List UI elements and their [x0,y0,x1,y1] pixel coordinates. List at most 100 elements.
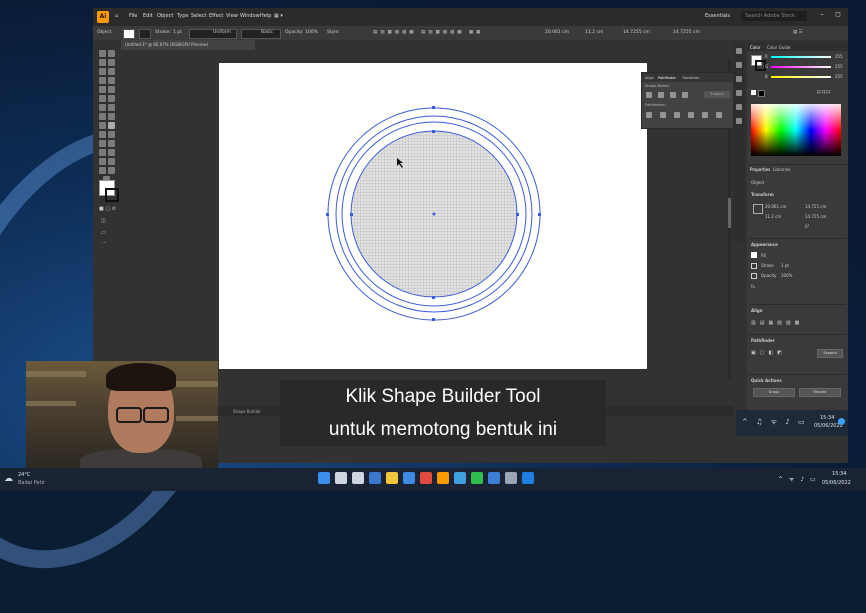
edit-toolbar-icon[interactable]: ··· [102,240,112,246]
tab-color-guide[interactable]: Color Guide [767,45,790,50]
tab-align[interactable]: Align [645,76,654,80]
tab-libraries[interactable]: Libraries [773,167,790,172]
shape-builder-tool-icon[interactable] [108,122,115,129]
weather-temp[interactable]: 24°C [18,472,30,478]
appearance-dock-icon[interactable] [736,118,742,124]
symbols-dock-icon[interactable] [736,90,742,96]
pencil-tool-icon[interactable] [108,95,115,102]
restore-button[interactable]: ◻ [831,10,845,22]
tray-icons[interactable]: ^ ♫ ᯤ ♪ ▭ [742,418,808,427]
tab-properties[interactable]: Properties [750,167,770,172]
hand-tool-icon[interactable] [108,167,115,174]
stroke-swatch[interactable] [139,29,151,39]
task-view-icon[interactable] [352,472,364,484]
menu-window[interactable]: Window [240,13,260,19]
start-icon[interactable] [318,472,330,484]
stroke-label[interactable]: Stroke [761,263,774,268]
menu-help[interactable]: Help [260,13,271,19]
whatsapp-icon[interactable] [471,472,483,484]
appearance-fill-swatch[interactable] [751,252,757,258]
tab-color[interactable]: Color [750,45,760,50]
photos-icon[interactable] [522,472,534,484]
stroke-color-swatch[interactable] [105,188,119,202]
type-tool-icon[interactable] [99,77,106,84]
search-icon[interactable] [335,472,347,484]
brushes-dock-icon[interactable] [736,76,742,82]
stroke-weight[interactable]: 1 pt [781,263,789,268]
transform-y[interactable]: 11.2 cm [765,214,781,219]
tab-pathfinder[interactable]: Pathfinder [658,76,676,80]
transform-h[interactable]: 14.725 cm [805,214,826,219]
magic-wand-tool-icon[interactable] [99,59,106,66]
rotate-tool-icon[interactable] [108,104,115,111]
artboard-tool-icon[interactable] [108,158,115,165]
menu-view[interactable]: View [226,13,238,19]
paintbrush-tool-icon[interactable] [108,86,115,93]
height-value[interactable]: 14.7255 cm [673,30,700,35]
crop-icon[interactable] [688,112,694,118]
document-tab[interactable]: Untitled-1* @ 66.67% (RGB/GPU Preview) [121,40,255,50]
person-icon[interactable] [454,472,466,484]
blend-tool-icon[interactable] [99,149,106,156]
properties-dock-icon[interactable] [736,48,742,54]
gradient-tool-icon[interactable] [99,140,106,147]
expand-button[interactable]: Expand [704,91,730,98]
free-transform-tool-icon[interactable] [99,122,106,129]
menu-edit[interactable]: Edit [143,13,153,19]
weather-desc[interactable]: Badai Petir [18,480,45,486]
panel-toggle-icons[interactable]: ▤ ☰ [793,30,803,35]
expand-button-properties[interactable]: Expand [817,349,843,358]
menu-file[interactable]: File [129,13,137,19]
mail-icon[interactable] [488,472,500,484]
lasso-tool-icon[interactable] [108,59,115,66]
eraser-tool-icon[interactable] [99,104,106,111]
minus-back-icon[interactable] [716,112,722,118]
black-swatch[interactable] [758,90,765,97]
color-mode-icons[interactable]: ■ ▢ ⊘ [99,206,119,212]
scale-tool-icon[interactable] [99,113,106,120]
screen-mode-icon[interactable]: ▭ [101,230,111,236]
slice-tool-icon[interactable] [99,167,106,174]
circles-artwork[interactable] [219,63,647,369]
stroke-value[interactable]: 1 pt [173,30,182,35]
scrollbar-thumb[interactable] [728,198,731,228]
b-value[interactable]: 255 [835,74,843,79]
file-explorer-icon[interactable] [386,472,398,484]
menu-effect[interactable]: Effect [209,13,223,19]
widgets-icon[interactable] [369,472,381,484]
rectangle-tool-icon[interactable] [99,86,106,93]
menu-type[interactable]: Type [177,13,188,19]
opacity-label[interactable]: Opacity [761,273,776,278]
minimize-button[interactable]: – [815,10,829,22]
shaper-tool-icon[interactable] [99,95,106,102]
line-tool-icon[interactable] [108,77,115,84]
x-value[interactable]: 20.061 cm [545,30,569,35]
outline-icon[interactable] [702,112,708,118]
unite-icon[interactable] [646,92,652,98]
g-slider[interactable] [771,66,831,68]
merge-icon[interactable] [674,112,680,118]
layers-dock-icon[interactable] [736,104,742,110]
width-tool-icon[interactable] [108,113,115,120]
white-swatch[interactable] [751,90,756,95]
mesh-tool-icon[interactable] [108,131,115,138]
fx-button[interactable]: fx. [751,284,756,289]
y-value[interactable]: 11.2 cm [585,30,603,35]
notification-badge[interactable] [838,418,845,425]
settings-icon[interactable] [505,472,517,484]
appearance-stroke-swatch[interactable] [751,263,757,269]
direct-selection-tool-icon[interactable] [108,50,115,57]
weather-icon[interactable]: ☁ [4,474,16,484]
transform-x[interactable]: 20.061 cm [765,204,786,209]
b-slider[interactable] [771,76,831,78]
transform-w[interactable]: 14.725 cm [805,204,826,209]
libraries-dock-icon[interactable] [736,62,742,68]
arrange-icon[interactable]: ▦ ▾ [274,13,283,19]
opacity-value[interactable]: 100% [305,30,318,35]
symbol-sprayer-tool-icon[interactable] [108,149,115,156]
exclude-icon[interactable] [682,92,688,98]
minus-front-icon[interactable] [658,92,664,98]
reference-point-icon[interactable] [753,204,763,214]
draw-mode-icon[interactable]: ◫ [101,218,111,224]
align-icons[interactable]: ▤▥▦▧▨▩ ▤▥▦▧▨▩ ▦▦ [373,30,483,35]
